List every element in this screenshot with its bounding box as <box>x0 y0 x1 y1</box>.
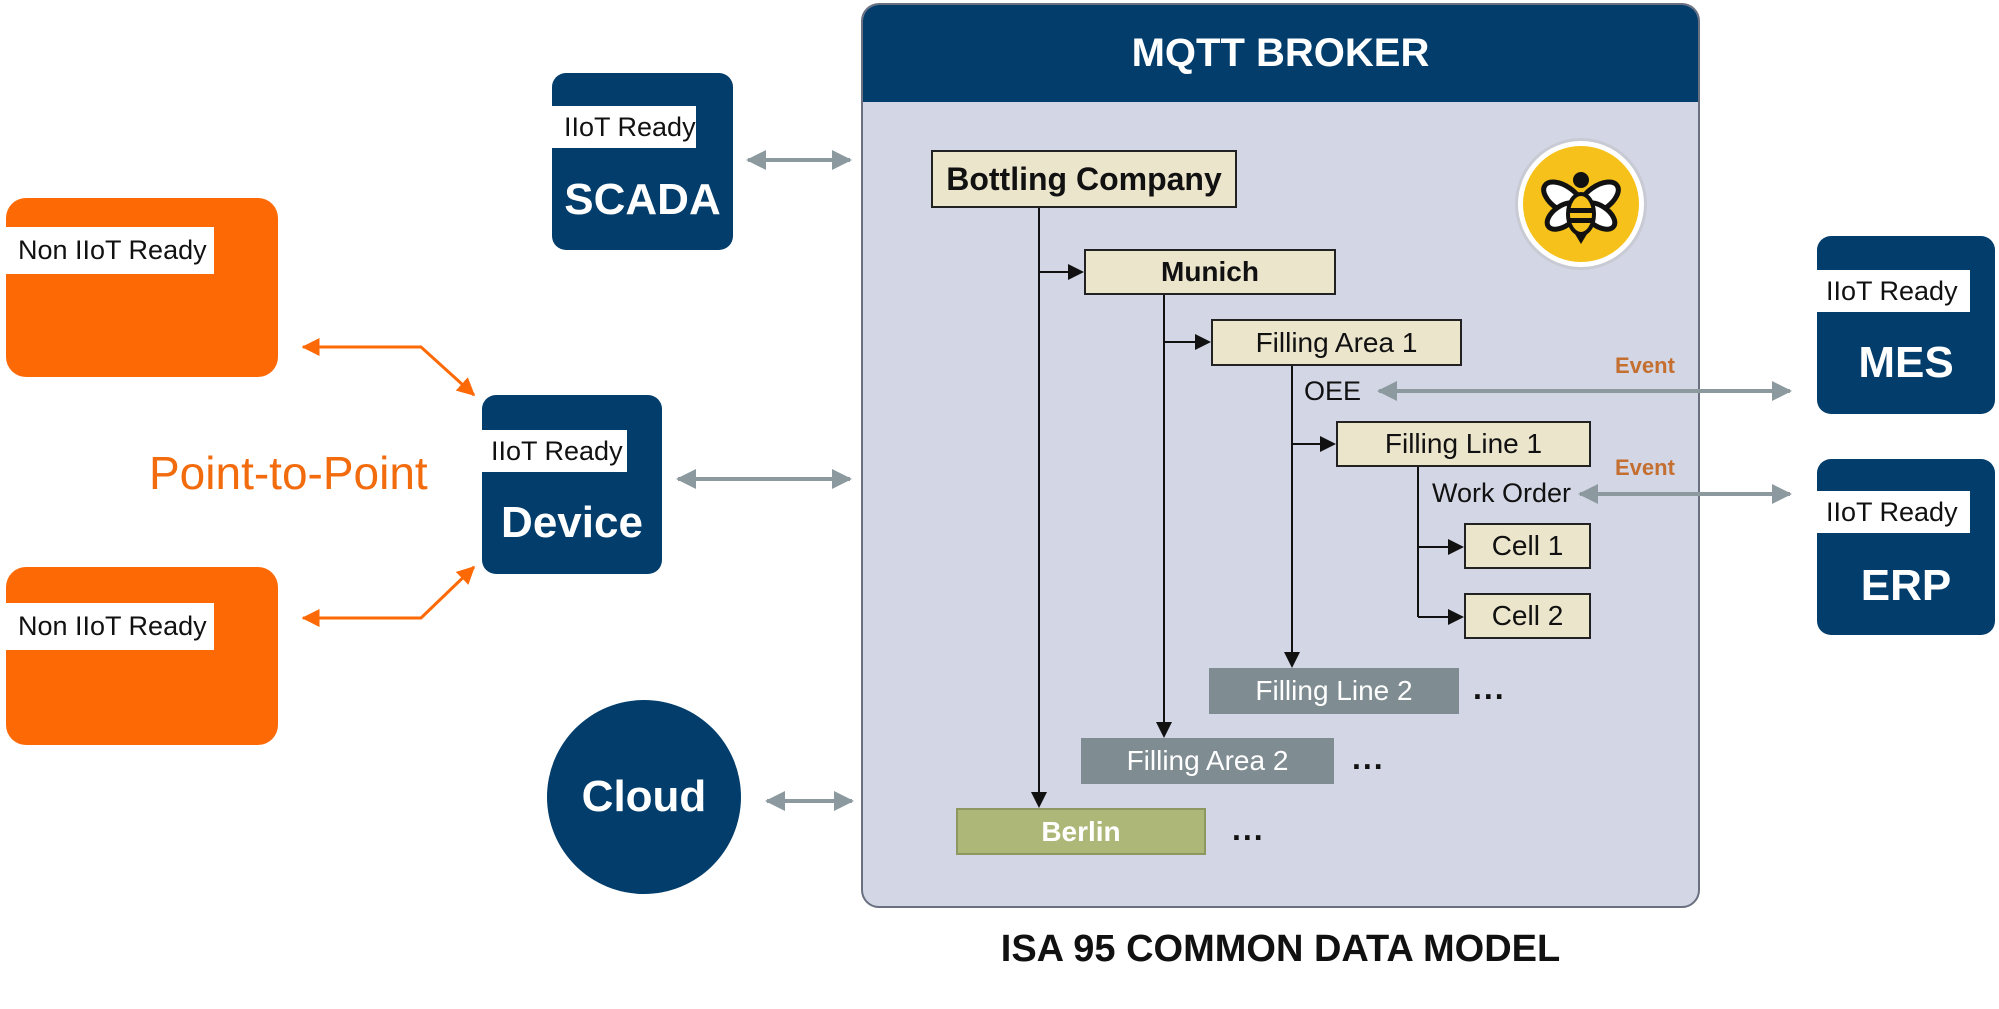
node-munich: Munich <box>1084 249 1336 295</box>
work-order-event-label: Event <box>1615 455 1675 480</box>
node-cell-2: Cell 2 <box>1464 593 1591 639</box>
node-bottling-company: Bottling Company <box>931 150 1237 208</box>
node-berlin: Berlin <box>956 808 1206 855</box>
node-filling-line-1: Filling Line 1 <box>1336 421 1591 467</box>
more-sites-ellipsis: ... <box>1232 811 1265 847</box>
p2p-arrow-top <box>301 338 476 397</box>
node-filling-area-1: Filling Area 1 <box>1211 319 1462 366</box>
node-filling-line-2: Filling Line 2 <box>1209 668 1459 714</box>
work-order-label: Work Order <box>1432 478 1572 508</box>
oee-label: OEE <box>1304 376 1362 406</box>
more-lines-ellipsis: ... <box>1473 670 1506 706</box>
node-filling-area-2: Filling Area 2 <box>1081 738 1334 784</box>
isa95-title: ISA 95 COMMON DATA MODEL <box>1000 928 1561 970</box>
oee-event-label: Event <box>1615 353 1675 378</box>
p2p-arrow-bottom <box>301 565 476 627</box>
node-cell-1: Cell 1 <box>1464 523 1591 569</box>
more-areas-ellipsis: ... <box>1352 740 1385 776</box>
